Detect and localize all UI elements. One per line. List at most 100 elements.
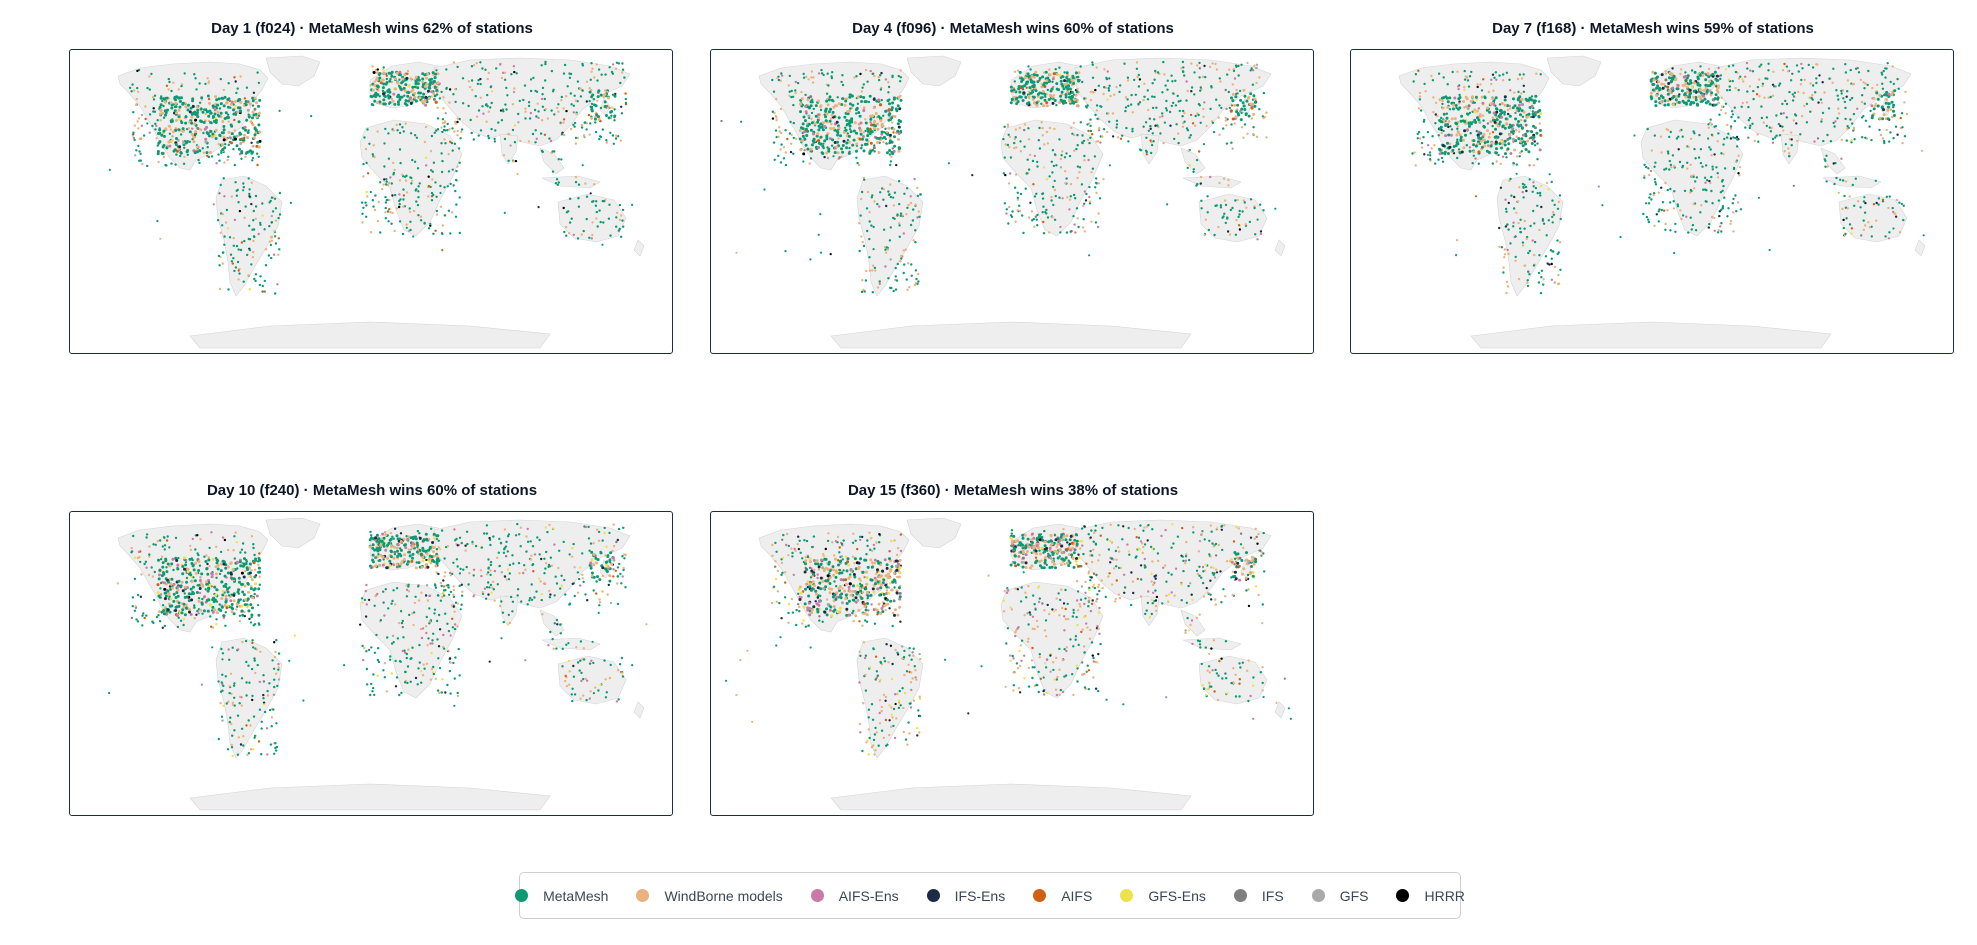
station-dot [406,69,410,73]
station-dot [868,256,871,259]
station-dot [1894,125,1898,128]
station-dot [1744,75,1747,78]
station-dot [1537,115,1541,118]
station-dot [801,134,805,138]
station-dot [1552,213,1556,216]
station-dot [1240,111,1243,115]
station-dot [810,143,814,147]
station-dot [245,724,248,727]
station-dot [1174,104,1178,107]
station-dot [836,130,840,134]
station-dot [1521,103,1524,106]
station-dot [1093,155,1097,158]
station-dot [898,202,901,206]
station-dot [585,217,588,221]
station-dot [1852,112,1856,116]
station-dot [1035,73,1039,77]
station-dot [178,117,182,121]
station-dot [1081,226,1085,229]
station-dot [218,287,222,291]
station-dot [1508,114,1512,118]
station-dot [1036,165,1039,168]
station-dot [1518,186,1521,189]
station-dot [825,99,829,103]
station-dot [792,103,795,107]
station-dot [1828,77,1831,80]
station-dot [1540,269,1544,272]
station-dot [1513,148,1517,152]
station-dot [383,165,386,168]
station-dot [1206,195,1209,198]
station-dot [1867,221,1870,224]
station-dot [1701,99,1705,103]
station-dot [193,110,197,114]
station-dot [379,231,382,234]
station-dot [1054,194,1057,198]
land-greenland [265,55,321,87]
station-dot [251,694,254,698]
station-dot [590,116,594,120]
station-dot [819,213,822,216]
station-dot [1857,200,1860,203]
station-dot [417,214,420,217]
station-dot [1205,124,1208,128]
station-dot [246,136,249,139]
station-dot [440,126,443,129]
station-dot [1732,230,1735,233]
station-dot [1789,79,1793,82]
station-dot [257,81,261,85]
station-dot [1034,89,1038,93]
station-dot [1816,137,1820,140]
station-dot [375,84,379,88]
station-dot [1720,230,1723,233]
station-dot [824,115,828,119]
station-dot [435,209,439,213]
station-dot [1542,278,1545,281]
station-dot [1133,78,1136,82]
station-dot [595,63,598,66]
station-dot [1015,96,1019,100]
station-dot [1014,173,1018,176]
station-dot [1745,101,1749,104]
station-dot [1517,124,1521,128]
station-dot [1198,150,1201,153]
station-dot [1021,85,1025,89]
station-dot [1659,94,1663,98]
station-dot [1255,135,1259,138]
station-dot [514,159,518,163]
station-dot [242,744,245,747]
station-dot [139,595,143,598]
station-dot [582,229,585,233]
station-dot [527,101,531,104]
station-dot [563,63,567,67]
station-dot [452,93,455,96]
station-dot [218,159,221,162]
station-dot [206,94,210,98]
station-dot [1732,64,1735,67]
station-dot [569,127,573,131]
station-dot [146,86,149,90]
station-dot [1522,196,1525,199]
station-dot [806,98,810,102]
station-dot [884,109,888,113]
station-dot [1699,65,1702,68]
station-dot [1044,70,1048,74]
station-dot [841,83,845,87]
station-dot [550,109,553,112]
station-dot [1441,102,1444,106]
station-dot [1783,62,1786,66]
station-dot [1471,95,1475,99]
station-dot [167,88,170,91]
station-dot [385,178,388,181]
station-dot [1420,146,1424,149]
station-dot [1196,64,1199,67]
station-dot [1840,138,1843,142]
station-dot [1645,165,1648,169]
station-dot [1452,145,1456,148]
station-dot [388,198,391,202]
station-dot [1068,100,1072,104]
station-dot [1872,96,1876,100]
station-dot [1890,100,1894,104]
station-dot [1781,69,1785,72]
station-dot [613,119,616,122]
